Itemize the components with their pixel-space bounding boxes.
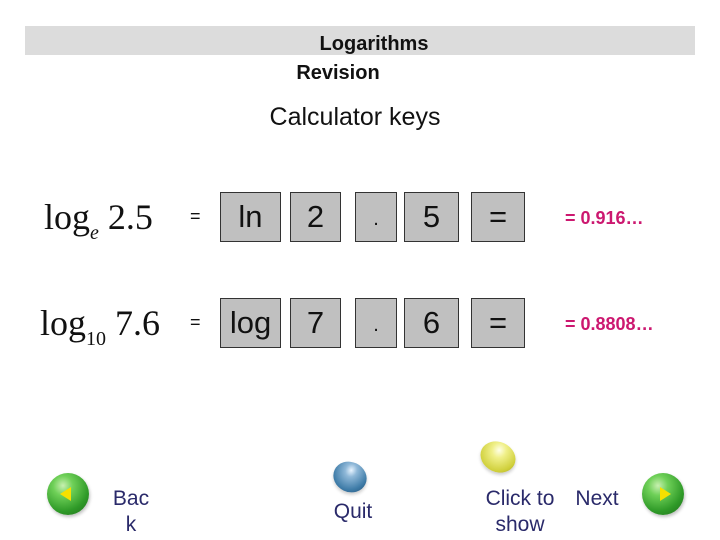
- key-decimal-point[interactable]: .: [355, 298, 397, 348]
- back-button[interactable]: [47, 473, 89, 515]
- log-text: log: [40, 303, 87, 343]
- key-equals[interactable]: =: [471, 298, 525, 348]
- result-row1: = 0.916…: [565, 208, 644, 228]
- key-log[interactable]: log: [220, 298, 281, 348]
- log-base-subscript: e: [90, 222, 99, 244]
- key-ln[interactable]: ln: [220, 192, 281, 242]
- next-label[interactable]: Next: [571, 486, 623, 512]
- key-2[interactable]: 2: [290, 192, 341, 242]
- log-base-subscript: 10: [86, 328, 107, 350]
- quit-button[interactable]: [328, 456, 372, 498]
- page-title: Logarithms: [319, 33, 429, 55]
- equals-sign: =: [190, 206, 201, 226]
- left-arrow-icon: [60, 487, 71, 501]
- key-equals[interactable]: =: [471, 192, 525, 242]
- key-6[interactable]: 6: [404, 298, 459, 348]
- section-heading: Calculator keys: [269, 103, 441, 131]
- back-label-line2: k: [125, 513, 137, 536]
- back-label[interactable]: Bac k: [108, 486, 154, 538]
- equals-sign: =: [190, 312, 201, 332]
- log-expression-row1: loge 2.5: [44, 196, 153, 245]
- back-label-line1: Bac: [112, 487, 150, 510]
- next-button[interactable]: [642, 473, 684, 515]
- log-argument: 2.5: [107, 197, 153, 237]
- log-expression-row2: log10 7.6: [40, 302, 160, 351]
- show-label-line2: show: [495, 513, 545, 536]
- click-to-show-button[interactable]: [475, 435, 521, 479]
- key-5[interactable]: 5: [404, 192, 459, 242]
- key-decimal-point[interactable]: .: [355, 192, 397, 242]
- log-text: log: [44, 197, 91, 237]
- show-label-line1: Click to: [485, 487, 555, 510]
- click-to-show-label[interactable]: Click to show: [478, 486, 562, 538]
- page-subtitle-revision: Revision: [296, 62, 380, 84]
- log-argument: 7.6: [115, 303, 161, 343]
- key-7[interactable]: 7: [290, 298, 341, 348]
- right-arrow-icon: [660, 487, 671, 501]
- result-row2: = 0.8808…: [565, 314, 654, 334]
- quit-label[interactable]: Quit: [328, 499, 378, 525]
